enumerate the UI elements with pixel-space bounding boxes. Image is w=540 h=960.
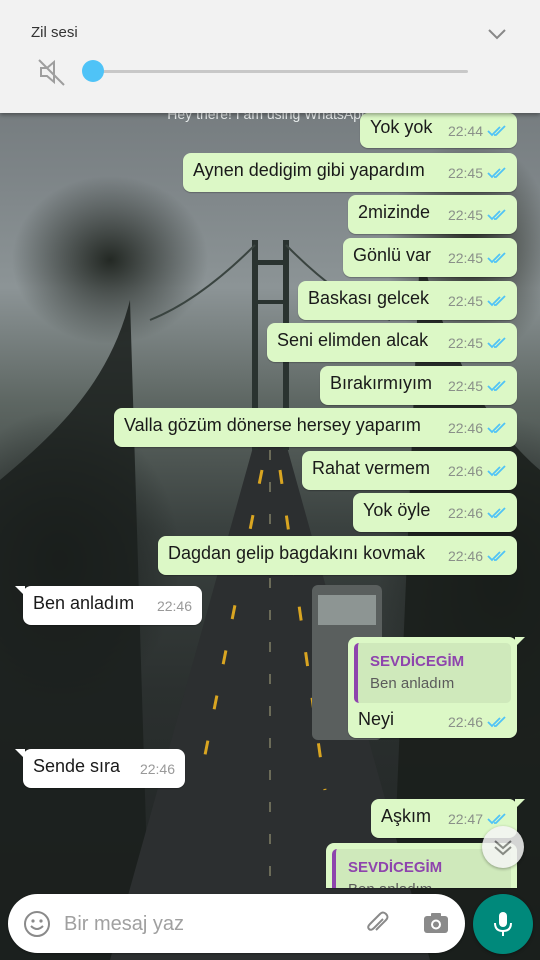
bubble-tail: [515, 637, 525, 647]
message-meta: 22:44: [448, 123, 507, 139]
volume-slider-track[interactable]: [93, 70, 468, 73]
message-meta: 22:46: [448, 505, 507, 521]
read-ticks-icon: [487, 422, 506, 434]
message-meta: 22:45: [448, 293, 507, 309]
mute-icon[interactable]: [36, 56, 68, 88]
message-time: 22:46: [447, 420, 483, 436]
message-text: Valla gözüm dönerse hersey yaparım: [124, 415, 421, 435]
outgoing-message[interactable]: Valla gözüm dönerse hersey yaparım 22:46: [114, 408, 517, 447]
message-time: 22:44: [447, 123, 483, 139]
read-ticks-icon: [487, 209, 506, 221]
message-time: 22:45: [447, 378, 483, 394]
outgoing-message[interactable]: SEVDİCEGİM Ben anladım Neyi 22:46: [348, 637, 525, 738]
message-time: 22:45: [447, 250, 483, 266]
quoted-message[interactable]: SEVDİCEGİM Ben anladım: [354, 643, 511, 703]
message-meta: 22:47: [448, 811, 507, 827]
message-text: Baskası gelcek: [308, 288, 430, 308]
chevron-down-icon[interactable]: [486, 26, 508, 42]
read-ticks-icon: [487, 507, 506, 519]
outgoing-message[interactable]: Bırakırmıyım 22:45: [320, 366, 517, 405]
outgoing-message[interactable]: Aynen dedigim gibi yapardım 22:45: [183, 153, 517, 192]
read-ticks-icon: [487, 337, 506, 349]
message-meta: 22:46: [448, 420, 507, 436]
message-time: 22:46: [139, 761, 175, 777]
message-input[interactable]: [62, 903, 351, 945]
message-text: Yok öyle: [363, 500, 431, 520]
quoted-text: Ben anladım: [370, 675, 455, 692]
outgoing-message[interactable]: 2mizinde 22:45: [348, 195, 517, 234]
bubble-tail: [515, 799, 525, 809]
read-ticks-icon: [487, 252, 506, 264]
camera-icon[interactable]: [422, 909, 450, 937]
message-text: Aynen dedigim gibi yapardım: [193, 160, 425, 180]
message-text: Dagdan gelip bagdakını kovmak: [168, 543, 426, 563]
quoted-sender-name: SEVDİCEGİM: [348, 859, 443, 876]
message-text: 2mizinde: [358, 202, 431, 222]
mic-icon: [494, 912, 512, 936]
outgoing-message[interactable]: Baskası gelcek 22:45: [298, 281, 517, 320]
message-meta: 22:46: [448, 714, 507, 730]
read-ticks-icon: [487, 716, 506, 728]
quoted-sender-name: SEVDİCEGİM: [370, 653, 465, 670]
read-ticks-icon: [487, 380, 506, 392]
message-text: Neyi: [358, 709, 395, 729]
message-meta: 22:45: [448, 250, 507, 266]
read-ticks-icon: [487, 295, 506, 307]
double-chevron-down-icon: [494, 840, 512, 856]
message-meta: 22:46: [448, 463, 507, 479]
quoted-text: Ben anladım: [348, 881, 432, 888]
outgoing-message[interactable]: Rahat vermem 22:46: [302, 451, 517, 490]
bubble-tail: [15, 586, 25, 596]
message-time: 22:45: [447, 335, 483, 351]
message-meta: 22:45: [448, 207, 507, 223]
outgoing-message[interactable]: Dagdan gelip bagdakını kovmak 22:46: [158, 536, 517, 575]
outgoing-message[interactable]: Gönlü var 22:45: [343, 238, 517, 277]
incoming-message[interactable]: Ben anladım 22:46: [15, 586, 202, 625]
message-text: Yok yok: [370, 117, 433, 137]
volume-slider-thumb[interactable]: [82, 60, 104, 82]
message-meta: 22:46: [140, 761, 175, 777]
message-time: 22:45: [447, 293, 483, 309]
incoming-message[interactable]: Sende sıra 22:46: [15, 749, 185, 788]
message-text: Aşkım: [381, 806, 432, 826]
message-time: 22:47: [447, 811, 483, 827]
outgoing-message[interactable]: Yok yok 22:44: [360, 113, 517, 148]
message-text: Sende sıra: [33, 756, 121, 776]
scroll-down-button[interactable]: [482, 826, 524, 868]
message-meta: 22:45: [448, 335, 507, 351]
message-text: Gönlü var: [353, 245, 432, 265]
paperclip-icon[interactable]: [363, 909, 391, 937]
read-ticks-icon: [487, 813, 506, 825]
volume-panel: Zil sesi: [0, 0, 540, 113]
message-time: 22:46: [447, 714, 483, 730]
outgoing-message[interactable]: Seni elimden alcak 22:45: [267, 323, 517, 362]
message-composer[interactable]: [8, 894, 465, 953]
message-time: 22:45: [447, 165, 483, 181]
message-meta: 22:46: [448, 548, 507, 564]
message-time: 22:46: [447, 548, 483, 564]
read-ticks-icon: [487, 125, 506, 137]
emoji-icon[interactable]: [23, 910, 51, 938]
message-meta: 22:46: [157, 598, 192, 614]
message-text: Bırakırmıyım: [330, 373, 432, 393]
bubble-tail: [15, 749, 25, 759]
message-meta: 22:45: [448, 165, 507, 181]
voice-record-button[interactable]: [473, 894, 533, 954]
message-time: 22:46: [447, 505, 483, 521]
outgoing-message[interactable]: Yok öyle 22:46: [353, 493, 517, 532]
message-text: Seni elimden alcak: [277, 330, 429, 350]
message-text: Rahat vermem: [312, 458, 431, 478]
message-meta: 22:45: [448, 378, 507, 394]
read-ticks-icon: [487, 465, 506, 477]
message-time: 22:46: [447, 463, 483, 479]
read-ticks-icon: [487, 550, 506, 562]
message-time: 22:46: [156, 598, 192, 614]
volume-panel-title: Zil sesi: [31, 24, 78, 41]
message-text: Ben anladım: [33, 593, 135, 613]
read-ticks-icon: [487, 167, 506, 179]
message-time: 22:45: [447, 207, 483, 223]
